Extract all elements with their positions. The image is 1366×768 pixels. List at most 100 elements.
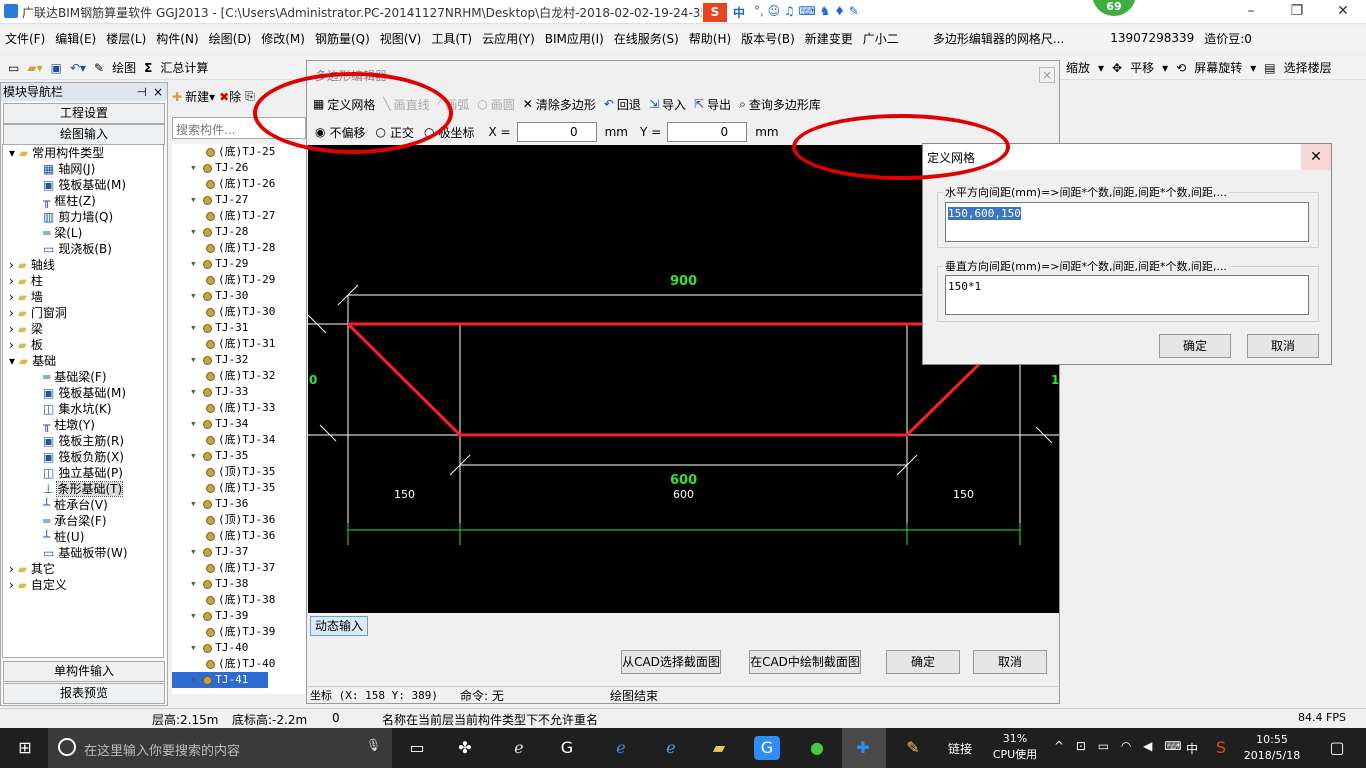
dialog-close-icon[interactable]: ×	[1039, 67, 1055, 83]
menu-item[interactable]: 云应用(Y)	[477, 30, 540, 47]
tree-node[interactable]: ▭ 现浇板(B)	[3, 241, 163, 257]
ie-icon[interactable]: ℯ	[506, 736, 532, 760]
component-list-item[interactable]: (顶)TJ-36	[172, 512, 308, 528]
component-list-item[interactable]: (底)TJ-29	[172, 272, 308, 288]
green-app-icon[interactable]: ●	[804, 736, 830, 760]
ime-tools-icon[interactable]: °, ☺ ♫ ⌨ ♞ ♦ ✎	[754, 4, 859, 18]
export-button[interactable]: 导出	[707, 96, 731, 113]
component-list-item[interactable]: ▾ TJ-32	[172, 352, 308, 368]
import-icon[interactable]: ⇲	[649, 97, 659, 111]
clear-icon[interactable]: ✕	[523, 97, 533, 111]
component-list-item[interactable]: ▾ TJ-39	[172, 608, 308, 624]
tree-node[interactable]: ┴ 桩(U)	[3, 529, 163, 545]
tree-node[interactable]: ⊥ 条形基础(T)	[3, 481, 163, 497]
swirl-app-icon[interactable]: G	[554, 736, 580, 760]
tree-node[interactable]: ═ 承台梁(F)	[3, 513, 163, 529]
component-list-item[interactable]: ▾ TJ-41	[172, 672, 268, 688]
undo-icon[interactable]: ↶	[604, 97, 614, 111]
component-list-item[interactable]: (底)TJ-32	[172, 368, 308, 384]
define-grid-cancel-button[interactable]: 取消	[1247, 334, 1319, 358]
clear-polygon-button[interactable]: 清除多边形	[536, 96, 596, 113]
pan-button[interactable]: 平移	[1126, 59, 1158, 76]
close-icon[interactable]: ✕	[1320, 0, 1366, 24]
component-list-item[interactable]: ▾ TJ-30	[172, 288, 308, 304]
select-floor-icon[interactable]: ▤	[1260, 61, 1279, 75]
query-library-button[interactable]: 查询多边形库	[749, 96, 821, 113]
search-icon[interactable]: ⌕	[739, 97, 746, 112]
component-list-item[interactable]: ▾ TJ-34	[172, 416, 308, 432]
project-settings-button[interactable]: 工程设置	[3, 103, 165, 124]
component-list-item[interactable]: ▾ TJ-27	[172, 192, 308, 208]
ie-blue-icon[interactable]: ℯ	[658, 736, 684, 760]
vertical-spacing-input[interactable]: 150*1	[945, 275, 1309, 315]
minimize-icon[interactable]: –	[1228, 0, 1274, 24]
tree-expander-icon[interactable]: ›	[9, 274, 18, 288]
component-list-item[interactable]: (底)TJ-34	[172, 432, 308, 448]
tree-node[interactable]: ▣ 筏板负筋(X)	[3, 449, 163, 465]
tree-node[interactable]: ▣ 筏板主筋(R)	[3, 433, 163, 449]
badge-counter[interactable]: 69	[1092, 0, 1136, 16]
menu-item[interactable]: 绘图(D)	[204, 30, 257, 47]
select-from-cad-button[interactable]: 从CAD选择截面图	[621, 650, 721, 674]
import-button[interactable]: 导入	[662, 96, 686, 113]
tree-expander-icon[interactable]: ›	[9, 258, 18, 272]
tree-node[interactable]: ┴ 桩承台(V)	[3, 497, 163, 513]
tree-node[interactable]: ◫ 独立基础(P)	[3, 465, 163, 481]
menu-item[interactable]: 构件(N)	[151, 30, 203, 47]
component-list-item[interactable]: (底)TJ-38	[172, 592, 308, 608]
component-list-item[interactable]: (顶)TJ-35	[172, 464, 308, 480]
component-list-item[interactable]: ▾ TJ-38	[172, 576, 308, 592]
pan-icon[interactable]: ✥	[1108, 61, 1126, 75]
tree-node[interactable]: › ▰ 墙	[3, 289, 163, 305]
notification-icon[interactable]: ▢	[1324, 736, 1350, 760]
menu-item[interactable]: BIM应用(I)	[540, 30, 609, 47]
component-list-item[interactable]: (底)TJ-39	[172, 624, 308, 640]
clock[interactable]: 10:55 2018/5/18	[1240, 732, 1304, 764]
menu-item[interactable]: 新建变更	[800, 30, 858, 47]
task-view-icon[interactable]: ▭	[404, 736, 430, 760]
polygon-outline[interactable]	[346, 322, 1024, 437]
tree-expander-icon[interactable]: ›	[9, 322, 18, 336]
component-list-item[interactable]: (底)TJ-25	[172, 144, 308, 160]
nav-close-icon[interactable]: ×	[153, 83, 167, 101]
component-list-item[interactable]: ▾ TJ-36	[172, 496, 308, 512]
menu-item[interactable]: 视图(V)	[375, 30, 427, 47]
undo-button[interactable]: 回退	[617, 96, 641, 113]
component-list-item[interactable]: ▾ TJ-26	[172, 160, 308, 176]
tree-node[interactable]: ▣ 筏板基础(M)	[3, 177, 163, 193]
delete-icon[interactable]: ✖	[219, 90, 229, 104]
component-list-item[interactable]: ▾ TJ-33	[172, 384, 308, 400]
menu-item[interactable]: 楼层(L)	[101, 30, 151, 47]
tree-node[interactable]: › ▰ 轴线	[3, 257, 163, 273]
menu-item[interactable]: 文件(F)	[0, 30, 50, 47]
select-floor-button[interactable]: 选择楼层	[1280, 59, 1336, 76]
menu-item[interactable]: 广小二	[858, 30, 904, 47]
tree-expander-icon[interactable]: ›	[9, 290, 18, 304]
horizontal-spacing-input[interactable]: 150,600,150	[945, 202, 1309, 242]
windows-start-icon[interactable]: ⊞	[12, 736, 38, 760]
tree-expander-icon[interactable]: ▾	[9, 146, 19, 160]
taskbar-link[interactable]: 链接	[948, 740, 972, 757]
tree-node[interactable]: ═ 基础梁(F)	[3, 369, 163, 385]
tree-node[interactable]: ╥ 框柱(Z)	[3, 193, 163, 209]
tree-expander-icon[interactable]: ›	[9, 562, 18, 576]
tree-node[interactable]: › ▰ 板	[3, 337, 163, 353]
save-icon[interactable]: ▣	[47, 61, 66, 75]
y-input[interactable]: 0	[667, 122, 748, 142]
menu-item[interactable]: 钢筋量(Q)	[310, 30, 375, 47]
glodon-app-icon[interactable]: G	[754, 736, 780, 760]
copy-icon[interactable]: ⎘	[245, 89, 255, 104]
define-grid-ok-button[interactable]: 确定	[1159, 334, 1231, 358]
component-list-item[interactable]: (底)TJ-26	[172, 176, 308, 192]
menu-item[interactable]: 编辑(E)	[50, 30, 101, 47]
component-list-item[interactable]: (底)TJ-33	[172, 400, 308, 416]
dynamic-input-button[interactable]: 动态输入	[310, 616, 368, 636]
tree-node[interactable]: ═ 梁(L)	[3, 225, 163, 241]
tray-ime[interactable]: 中	[1186, 740, 1198, 757]
component-list-item[interactable]: (底)TJ-35	[172, 480, 308, 496]
zoom-button[interactable]: 缩放	[1062, 59, 1094, 76]
draw-in-cad-button[interactable]: 在CAD中绘制截面图	[749, 650, 861, 674]
edge-icon[interactable]: ℯ	[608, 736, 634, 760]
sigma-icon[interactable]: Σ	[140, 61, 156, 75]
menu-item[interactable]: 工具(T)	[426, 30, 477, 47]
